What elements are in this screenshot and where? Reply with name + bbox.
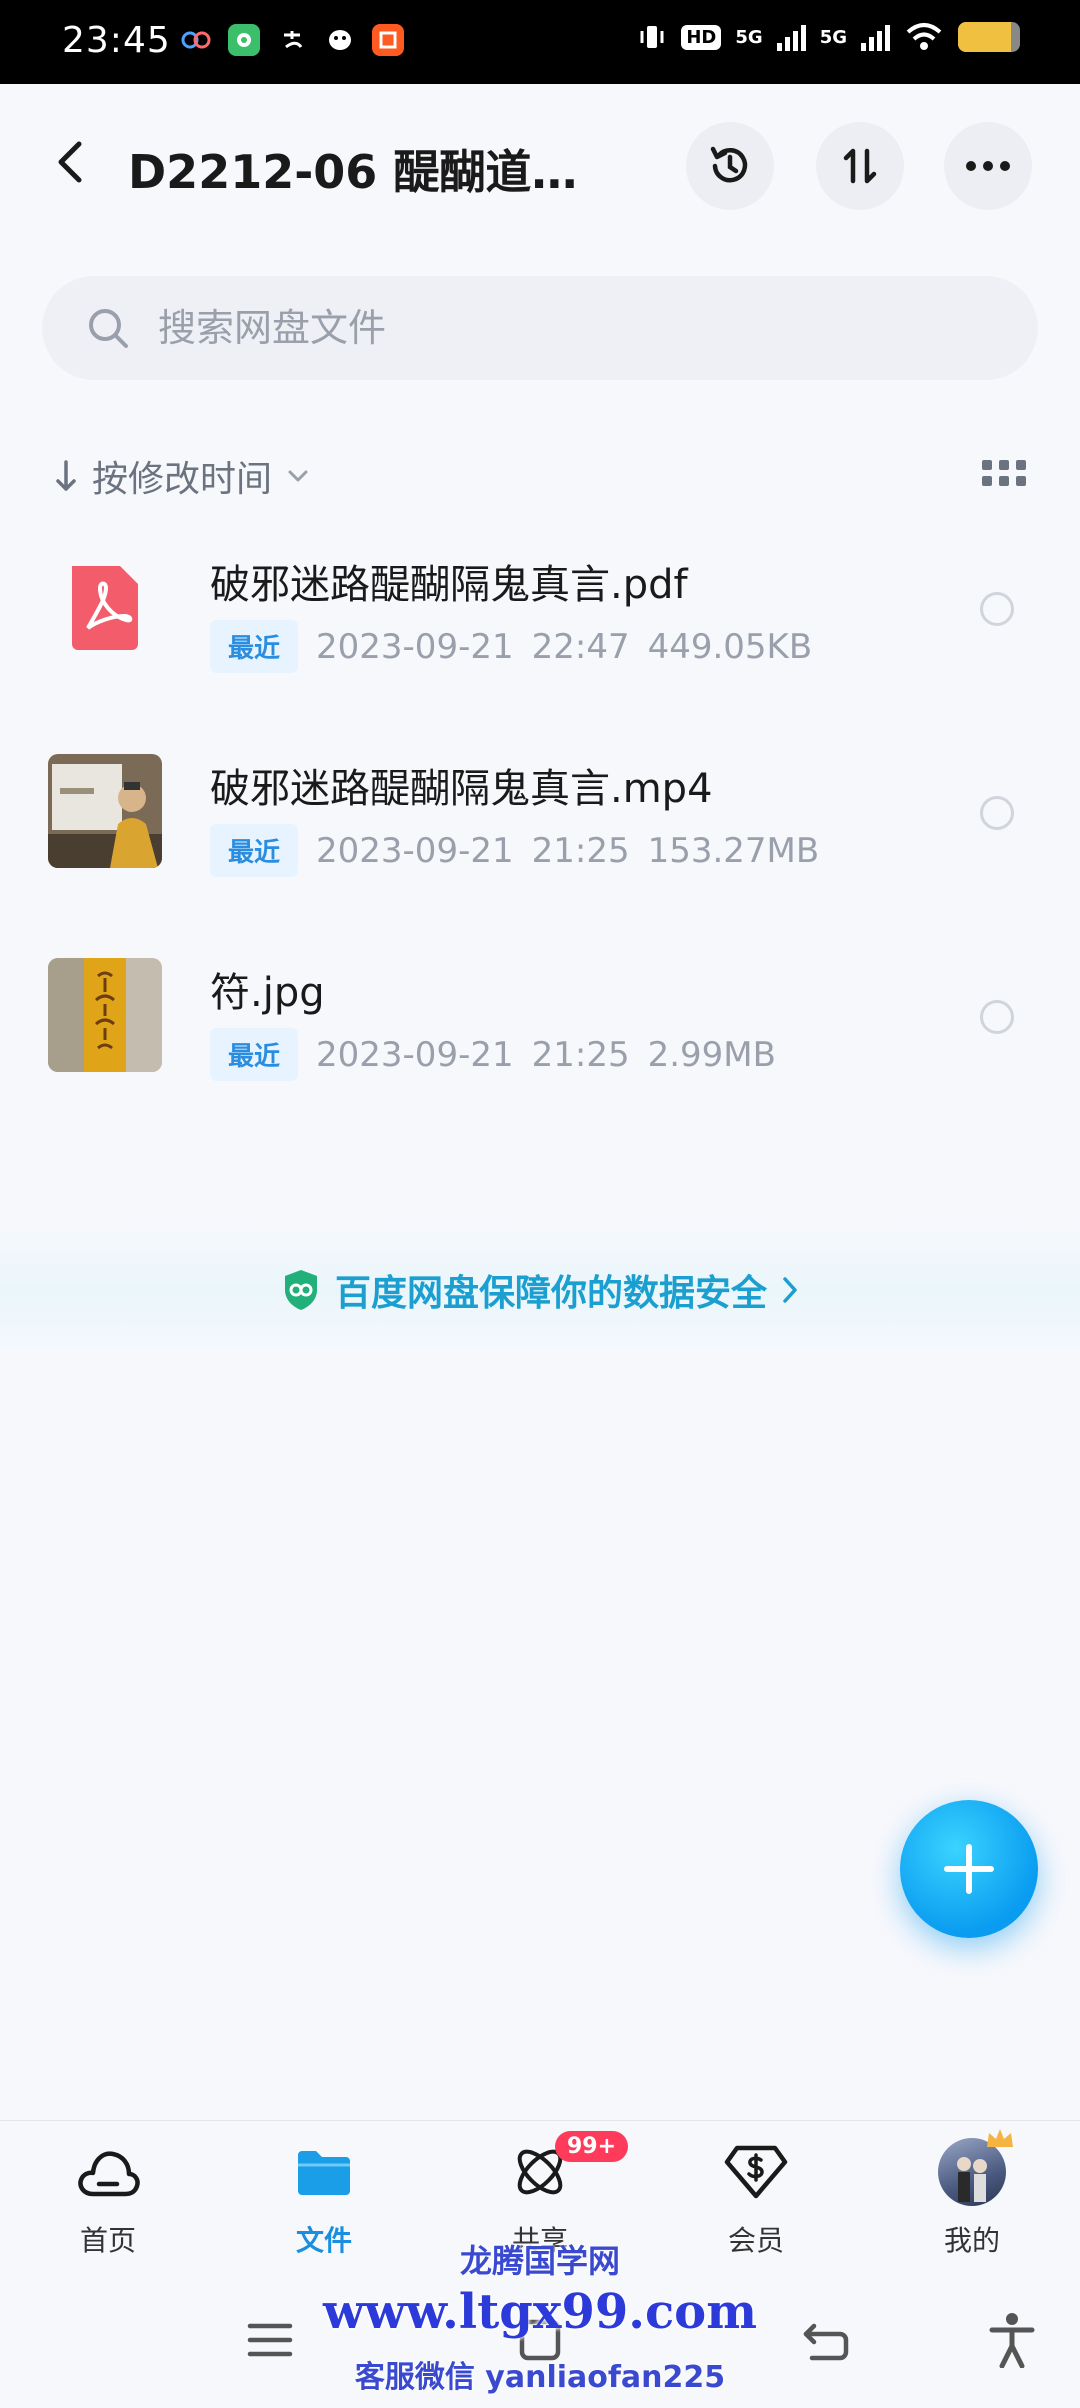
battery-level [958,22,1011,52]
back-button[interactable] [42,134,98,190]
file-size: 153.27MB [647,830,820,871]
image-thumbnail [48,958,162,1072]
search-bar[interactable] [42,276,1038,380]
status-time: 23:45 [62,20,171,61]
wifi-icon [906,23,942,50]
network-5g-2: 5G [819,26,847,48]
status-right: HD 5G 5G [637,22,1020,52]
watermark-url: www.ltgx99.com [323,2284,757,2340]
more-dots-icon [966,161,1010,171]
vibrate-icon [640,26,664,48]
banner-text: 百度网盘保障你的数据安全 [334,1273,767,1314]
file-meta: 最近 2023-09-21 21:25 153.27MB [210,824,819,877]
shield-icon [284,1270,317,1310]
file-meta: 最近 2023-09-21 21:25 2.99MB [210,1028,776,1081]
vip-diamond-icon [721,2137,791,2207]
signal-bars-icon [776,23,806,51]
file-size: 449.05KB [647,626,813,667]
network-5g-1: 5G [735,26,763,48]
taobao-icon [372,24,404,56]
notification-badge: 99+ [555,2131,629,2162]
grid-view-icon[interactable] [982,460,1026,492]
transfer-button[interactable] [816,122,904,210]
file-time: 21:25 [531,1034,630,1075]
baidu-netdisk-icon [180,24,212,56]
video-thumbnail [48,754,162,868]
add-button[interactable] [900,1800,1038,1938]
file-size: 2.99MB [647,1034,776,1075]
file-name: 破邪迷路醍醐隔鬼真言.mp4 [210,766,713,812]
file-date: 2023-09-21 [316,1034,514,1075]
search-input[interactable] [158,298,978,358]
arrow-down-icon [56,460,76,491]
battery-icon [958,22,1020,52]
file-time: 22:47 [531,626,630,667]
recent-badge: 最近 [210,1028,299,1081]
folder-title: D2212-06 醍醐道… [128,145,578,199]
chevron-left-icon [58,141,82,183]
file-time: 21:25 [531,830,630,871]
crown-icon [987,2129,1013,2147]
chevron-right-icon [783,1277,797,1303]
file-date: 2023-09-21 [316,830,514,871]
history-button[interactable] [686,122,774,210]
file-row-pdf[interactable]: 破邪迷路醍醐隔鬼真言.pdf 最近 2023-09-21 22:47 449.0… [0,508,1080,712]
file-meta: 最近 2023-09-21 22:47 449.05KB [210,620,812,673]
history-icon [710,146,748,183]
watermark-contact: 客服微信 yanliaofan225 [354,2360,726,2395]
status-app-icons [180,24,404,56]
top-app-bar: D2212-06 醍醐道… [0,84,1080,252]
cloud-icon [73,2137,143,2207]
sort-label: 按修改时间 [92,459,273,500]
file-row-image[interactable]: 符.jpg 最近 2023-09-21 21:25 2.99MB [0,916,1080,1120]
chevron-down-icon [288,470,308,482]
plus-icon [944,1844,994,1894]
watermark-site-name: 龙腾国学网 [459,2242,620,2280]
alipay-icon [276,24,308,56]
folder-icon [289,2137,359,2207]
recent-badge: 最近 [210,620,299,673]
wechat-icon [228,24,260,56]
recent-badge: 最近 [210,824,299,877]
file-name: 符.jpg [210,970,325,1016]
signal-bars-icon [861,23,890,51]
security-banner[interactable]: 百度网盘保障你的数据安全 [0,1220,1080,1360]
select-radio[interactable] [980,1000,1014,1034]
qq-icon [324,24,356,56]
more-button[interactable] [944,122,1032,210]
search-icon [89,309,128,348]
status-bar: 23:45 HD 5G 5G [0,0,1080,84]
file-row-video[interactable]: 破邪迷路醍醐隔鬼真言.mp4 最近 2023-09-21 21:25 153.2… [0,712,1080,916]
transfer-arrows-icon [843,148,877,184]
share-atom-icon: 99+ [505,2131,629,2207]
pdf-file-icon [48,550,162,664]
select-radio[interactable] [980,796,1014,830]
file-date: 2023-09-21 [316,626,514,667]
avatar-wrapper [937,2129,1013,2207]
sort-selector[interactable]: 按修改时间 [54,446,310,506]
select-radio[interactable] [980,592,1014,626]
hd-badge: HD [681,24,722,50]
file-name: 破邪迷路醍醐隔鬼真言.pdf [210,562,688,608]
